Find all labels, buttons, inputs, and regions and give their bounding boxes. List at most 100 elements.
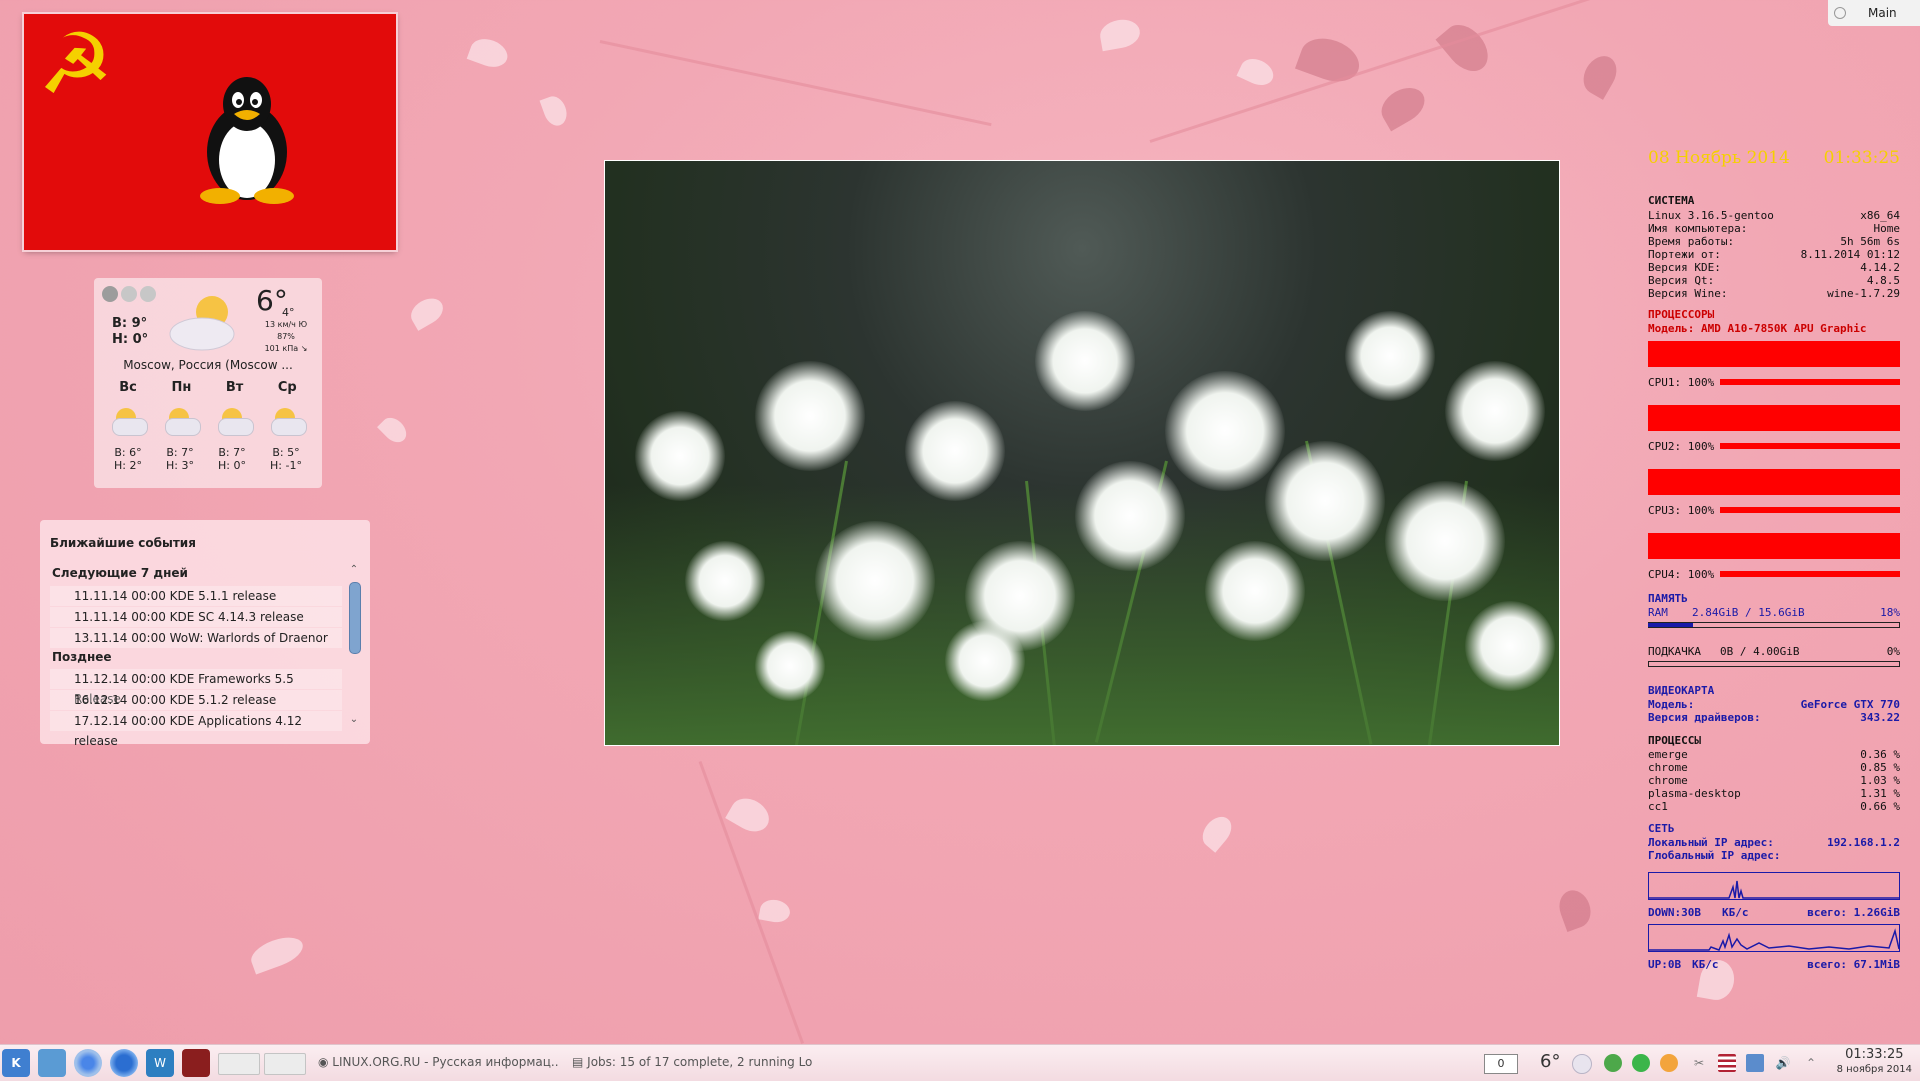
bug-tray-icon[interactable] [1604,1054,1622,1072]
file-manager-icon[interactable] [38,1049,66,1077]
process-name: cc1 [1648,800,1668,813]
forecast-days: Вс Пн Вт Ср [102,380,314,395]
system-row: Время работы: 5h 56m 6s [1648,235,1900,248]
scroll-thumb[interactable] [349,582,361,654]
process-cpu: 0.85 % [1860,761,1900,774]
petal [1577,50,1623,100]
kde-menu-icon[interactable]: K [2,1049,30,1077]
event-item[interactable]: 11.12.14 00:00 KDE Frameworks 5.5 Releas… [50,669,342,706]
event-item[interactable]: 13.11.14 00:00 WoW: Warlords of Draenor [50,628,342,648]
events-group-later: Позднее [52,650,112,664]
pressure: 101 кПа ↘ [264,344,308,353]
hammer-sickle-icon: ☭ [38,15,114,113]
activity-label: Main [1868,6,1897,20]
system-row: Linux 3.16.5-gentoo x86_64 [1648,209,1900,222]
row-label: Версия Qt: [1648,274,1715,287]
download-graph [1648,872,1900,900]
events-scrollbar[interactable]: ⌃ ⌄ [347,564,361,740]
row-label: Глобальный IP адрес: [1648,849,1781,862]
petal [725,792,775,838]
row-unit: КБ/с [1692,958,1719,971]
forecast-values: В: 6° Н: 2° В: 7° Н: 3° В: 7° Н: 0° В: 5° Н:… [102,446,314,472]
task-jobs[interactable]: ▤ Jobs: 15 of 17 complete, 2 running Lo.… [572,1055,812,1069]
petal [1375,80,1431,132]
section-title: ВИДЕОКАРТА [1648,684,1715,697]
cpu3-graph [1648,469,1900,495]
task-browser[interactable]: ◉ LINUX.ORG.RU - Русская информац... [318,1055,558,1069]
wind: 13 км/ч Ю [264,320,308,329]
cashew-icon[interactable] [1834,7,1846,19]
forecast-day: В: 6° Н: 2° [114,446,142,472]
notes-tray-icon[interactable] [1660,1054,1678,1072]
petal [1435,16,1497,80]
weather-widget[interactable]: В: 9° Н: 0° 6° 4° 13 км/ч Ю 87% 101 кПа … [94,278,322,488]
activity-switcher[interactable]: Main [1828,0,1920,26]
event-item[interactable]: 17.12.14 00:00 KDE Applications 4.12 rel… [50,711,342,748]
row-label: Linux 3.16.5-gentoo [1648,209,1774,222]
petal [539,93,571,129]
desktop-pager-2[interactable] [264,1053,306,1075]
thunderbird-icon[interactable] [110,1049,138,1077]
memory-header: ПАМЯТЬ [1648,592,1900,605]
settings-icon[interactable] [102,286,118,302]
row-label: Портежи от: [1648,248,1721,261]
row-label: Версия KDE: [1648,261,1721,274]
event-item[interactable]: 11.11.14 00:00 KDE SC 4.14.3 release [50,607,342,627]
weather-tray-icon[interactable] [1572,1054,1592,1074]
petal [1196,811,1238,853]
chrome-icon[interactable] [74,1049,102,1077]
tray-counter[interactable]: 0 [1484,1054,1518,1074]
volume-icon[interactable]: 🔊 [1774,1054,1792,1072]
process-row: plasma-desktop 1.31 % [1648,787,1900,800]
process-cpu: 1.31 % [1860,787,1900,800]
system-row: Портежи от: 8.11.2014 01:12 [1648,248,1900,261]
scroll-down-icon[interactable]: ⌄ [347,714,361,725]
day-label: Ср [277,380,297,395]
cpu2-bar [1720,443,1900,449]
scroll-up-icon[interactable]: ⌃ [347,564,361,575]
upload-graph [1648,924,1900,952]
info-icon[interactable] [121,286,137,302]
processes-header: ПРОЦЕССЫ [1648,734,1900,747]
digital-clock[interactable]: 01:33:25 8 ноября 2014 [1837,1047,1912,1077]
conky-date: 08 Ноябрь 2014 [1648,148,1790,168]
gpu-driver-row: Версия драйверов: 343.22 [1648,711,1900,724]
row-value: GeForce GTX 770 [1800,698,1900,711]
desktop-pager-1[interactable] [218,1053,260,1075]
cpu-label: CPU2: 100% [1648,440,1715,453]
petal [1236,53,1278,91]
event-item[interactable]: 11.11.14 00:00 KDE 5.1.1 release [50,586,342,606]
petal [1554,886,1596,932]
cpu4-graph [1648,533,1900,559]
event-item[interactable]: 16.12.14 00:00 KDE 5.1.2 release [50,690,342,710]
writer-icon[interactable]: W [146,1049,174,1077]
petal [1097,16,1143,52]
partly-cloudy-icon [164,408,201,436]
process-row: cc1 0.66 % [1648,800,1900,813]
widget-handle[interactable] [102,286,156,302]
tray-temperature[interactable]: 6° [1540,1051,1560,1072]
forecast-high: В: 6° [114,446,142,459]
forecast-low: Н: 3° [166,459,194,472]
row-label: Время работы: [1648,235,1735,248]
cpu-header: ПРОЦЕССОРЫ [1648,308,1900,321]
upcoming-events-widget[interactable]: Ближайшие события Следующие 7 дней 11.11… [40,520,370,748]
terminal-icon[interactable] [182,1049,210,1077]
download-graph-svg [1649,880,1899,899]
update-ok-icon[interactable] [1632,1054,1650,1072]
scissors-icon[interactable]: ✂ [1690,1054,1708,1072]
row-value: wine-1.7.29 [1827,287,1900,300]
system-row: Версия Qt: 4.8.5 [1648,274,1900,287]
network-icon[interactable] [1746,1054,1764,1072]
refresh-icon[interactable] [140,286,156,302]
local-ip-row: Локальный IP адрес: 192.168.1.2 [1648,836,1900,849]
humidity: 87% [277,332,295,341]
row-label: Версия драйверов: [1648,711,1761,724]
forecast-low: Н: -1° [270,459,302,472]
us-flag-keyboard-icon[interactable] [1718,1054,1736,1072]
petal [247,931,307,975]
forecast-day: В: 5° Н: -1° [270,446,302,472]
tray-expand-icon[interactable]: ⌃ [1802,1054,1820,1072]
process-name: chrome [1648,761,1688,774]
petal [758,897,792,925]
